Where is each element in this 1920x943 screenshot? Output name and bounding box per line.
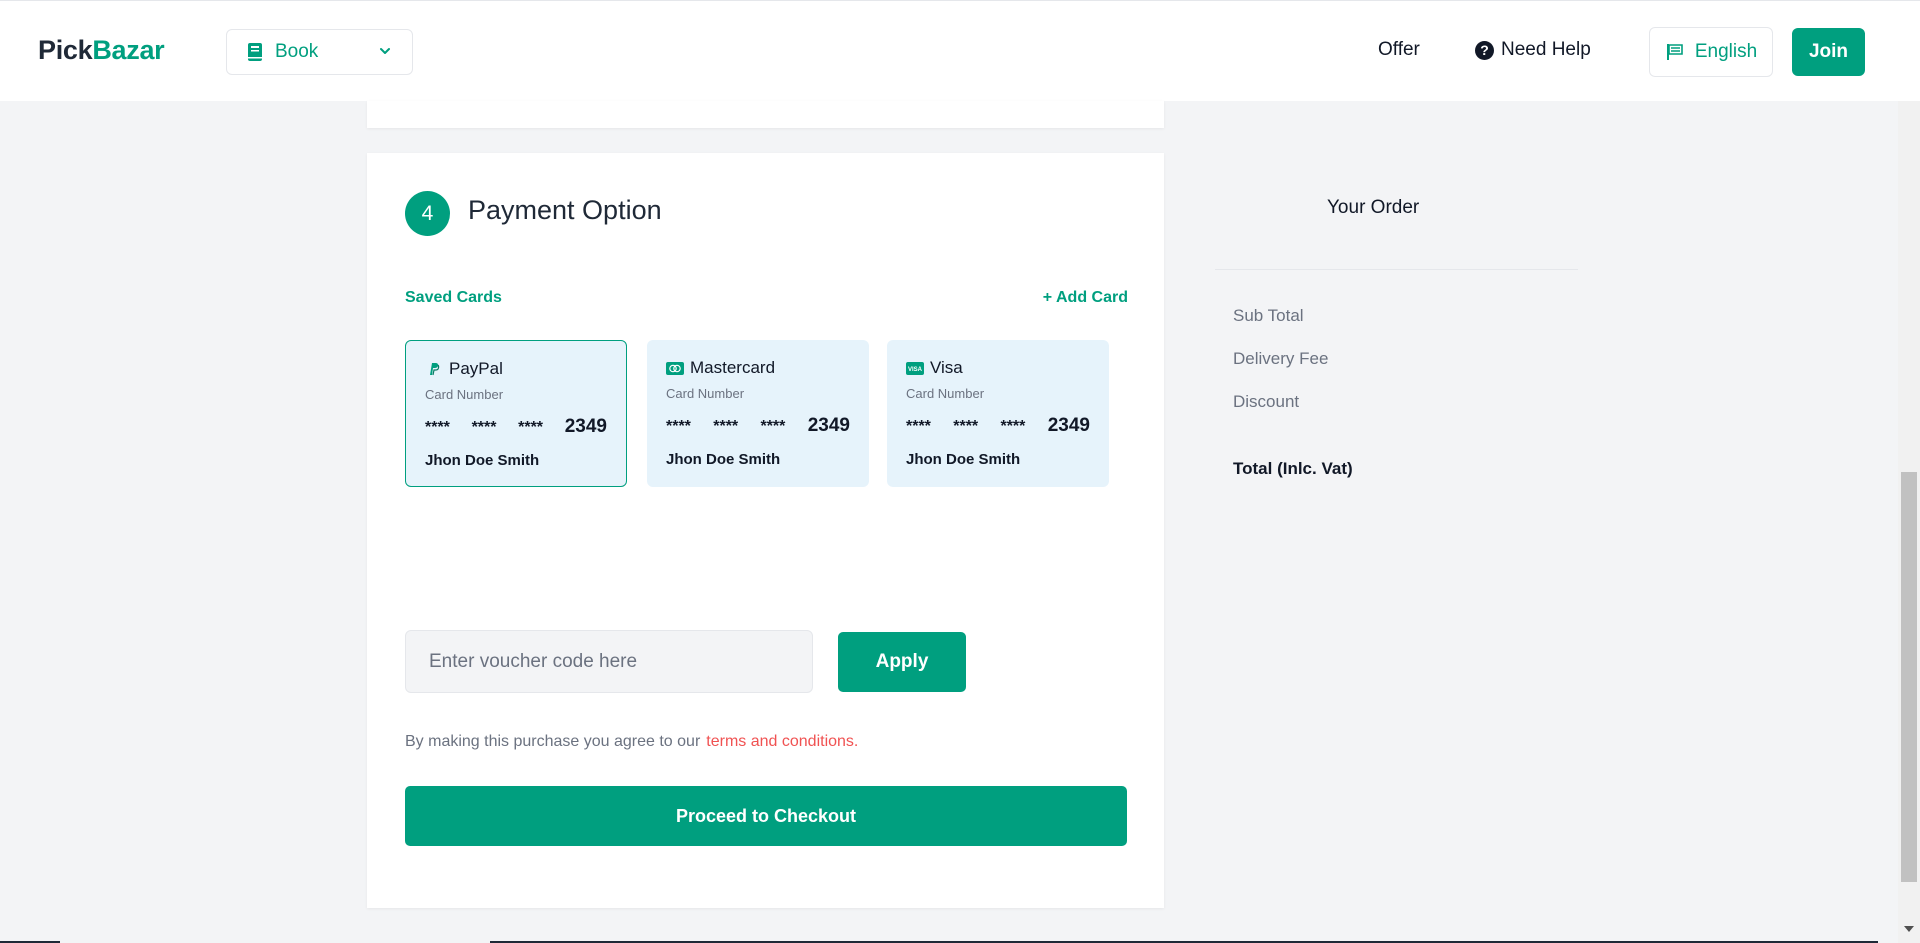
terms-link[interactable]: terms and conditions. [706,733,858,750]
card-mask: **** [1000,418,1026,435]
card-number: **** **** **** 2349 [425,416,607,438]
card-last-digits: 2349 [807,415,850,436]
mastercard-icon [666,361,684,375]
card-brand-name: Mastercard [690,358,776,377]
card-brand-name: Visa [930,358,963,377]
order-total-label: Total (Inlc. Vat) [1233,459,1353,478]
order-discount-label: Discount [1233,392,1300,411]
card-number-label: Card Number [906,386,985,401]
card-mask: **** [425,419,450,436]
card-last-digits: 2349 [564,416,607,437]
card-mask: **** [953,418,979,435]
visa-icon: VISA [906,361,924,375]
scrollbar-thumb[interactable] [1901,472,1917,882]
apply-voucher-button[interactable]: Apply [838,632,966,692]
step-number-badge: 4 [405,191,450,236]
logo-text-pick: Pick [38,35,93,65]
card-mask: **** [518,419,544,436]
shop-type-label: Book [275,41,319,62]
book-icon [247,42,263,62]
add-card-button[interactable]: + Add Card [1043,289,1128,307]
svg-text:VISA: VISA [908,367,923,373]
saved-cards-label: Saved Cards [405,289,502,306]
order-delivery-fee-label: Delivery Fee [1233,349,1329,368]
nav-help-link[interactable]: ? Need Help [1475,39,1591,61]
terms-text: By making this purchase you agree to our [405,733,701,750]
paypal-icon [425,363,443,376]
language-label: English [1694,41,1758,62]
terms-notice: By making this purchase you agree to our… [405,733,858,751]
order-summary: Your Order Sub Total Delivery Fee Discou… [1215,101,1578,581]
language-switcher[interactable]: English [1649,27,1773,77]
card-number-label: Card Number [425,387,504,402]
order-title: Your Order [1327,197,1420,218]
card-holder-name: Jhon Doe Smith [906,451,1021,468]
card-mask: **** [906,418,931,435]
shop-type-select[interactable]: Book [226,29,413,75]
join-button[interactable]: Join [1792,28,1865,76]
saved-card-mastercard[interactable]: Mastercard Card Number **** **** **** 23… [647,340,869,487]
help-icon: ? [1475,40,1494,60]
card-last-digits: 2349 [1047,415,1090,436]
card-mask: **** [713,418,739,435]
chevron-down-icon [378,44,392,58]
logo-text-bazar: Bazar [92,35,165,65]
card-holder-name: Jhon Doe Smith [425,452,540,469]
order-divider [1215,269,1578,270]
previous-section-card [367,101,1164,128]
card-number-label: Card Number [666,386,745,401]
card-mask: **** [760,418,786,435]
section-title: Payment Option [468,195,662,225]
top-navbar: PickBazar Book Offer ? Need Help English… [0,0,1920,101]
voucher-code-input[interactable] [405,630,813,693]
logo[interactable]: PickBazar [38,35,165,66]
card-brand-name: PayPal [449,359,503,378]
card-mask: **** [471,419,497,436]
payment-option-section: 4 Payment Option Saved Cards + Add Card … [367,153,1164,908]
card-number: **** **** **** 2349 [666,415,850,437]
saved-card-visa[interactable]: VISA Visa Card Number **** **** **** 234… [887,340,1109,487]
card-mask: **** [666,418,691,435]
proceed-to-checkout-button[interactable]: Proceed to Checkout [405,786,1127,846]
card-number: **** **** **** 2349 [906,415,1090,437]
card-holder-name: Jhon Doe Smith [666,451,781,468]
nav-offer-link[interactable]: Offer [1378,39,1420,61]
nav-help-label: Need Help [1501,39,1591,60]
flag-icon [1665,42,1685,62]
order-subtotal-label: Sub Total [1233,306,1304,325]
saved-card-paypal[interactable]: PayPal Card Number **** **** **** 2349 J… [405,340,627,487]
scroll-down-arrow-icon[interactable] [1904,926,1914,932]
